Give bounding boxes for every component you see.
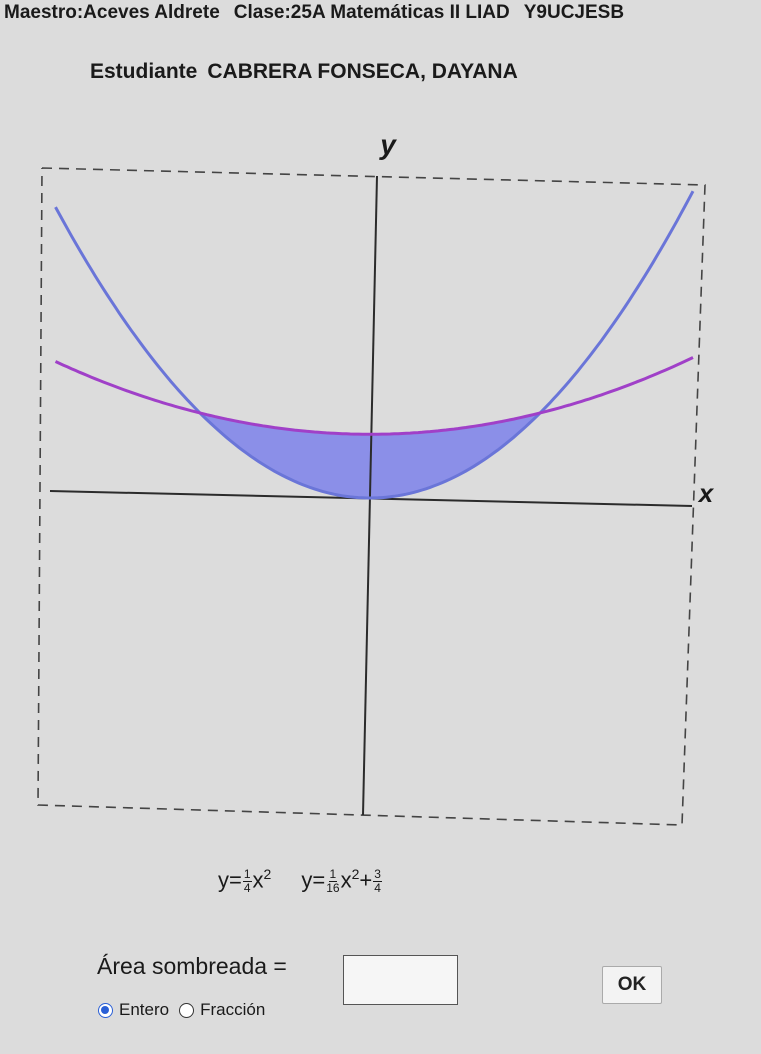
equation-1: y= 1 4 x2 xyxy=(218,866,272,896)
option-fraccion[interactable]: Fracción xyxy=(179,1000,265,1020)
y-axis-label: y xyxy=(378,129,397,160)
radio-entero-selected-icon[interactable] xyxy=(98,1002,113,1018)
student-line: Estudiante CABRERA FONSECA, DAYANA xyxy=(90,60,518,84)
equation-2-constant: 34 xyxy=(373,867,382,896)
x-axis-label: x xyxy=(697,478,715,508)
radio-fraccion-icon[interactable] xyxy=(179,1002,195,1018)
answer-format-options: Entero Fracción xyxy=(98,1000,275,1020)
student-name: CABRERA FONSECA, DAYANA xyxy=(207,60,518,83)
option-entero[interactable]: Entero xyxy=(98,1000,169,1020)
equation-1-fraction: 14 xyxy=(242,867,252,896)
option-entero-label: Entero xyxy=(119,1000,170,1019)
option-fraccion-label: Fracción xyxy=(200,1000,266,1019)
equations: y= 1 4 x2 y= 1 16 x2+ 3 4 xyxy=(218,866,383,895)
assignment-code: Y9UCJESB xyxy=(523,2,625,23)
graph: y x xyxy=(37,129,715,826)
curve-sixteenth-x-squared-plus-three-quarters xyxy=(54,356,694,436)
equation-2-fraction: 1 16 xyxy=(326,867,340,896)
equation-2: y= 1 16 x2+ 3 4 xyxy=(301,866,382,896)
student-label: Estudiante xyxy=(90,60,198,83)
area-answer-input[interactable] xyxy=(343,955,458,1005)
area-label: Área sombreada = xyxy=(97,953,287,979)
class-label: Clase:25A Matemáticas II LIAD xyxy=(233,2,510,23)
header: Maestro:Aceves Aldrete Clase:25A Matemáti… xyxy=(4,2,638,24)
ok-button[interactable]: OK xyxy=(602,966,662,1004)
teacher-label: Maestro:Aceves Aldrete xyxy=(4,2,220,23)
